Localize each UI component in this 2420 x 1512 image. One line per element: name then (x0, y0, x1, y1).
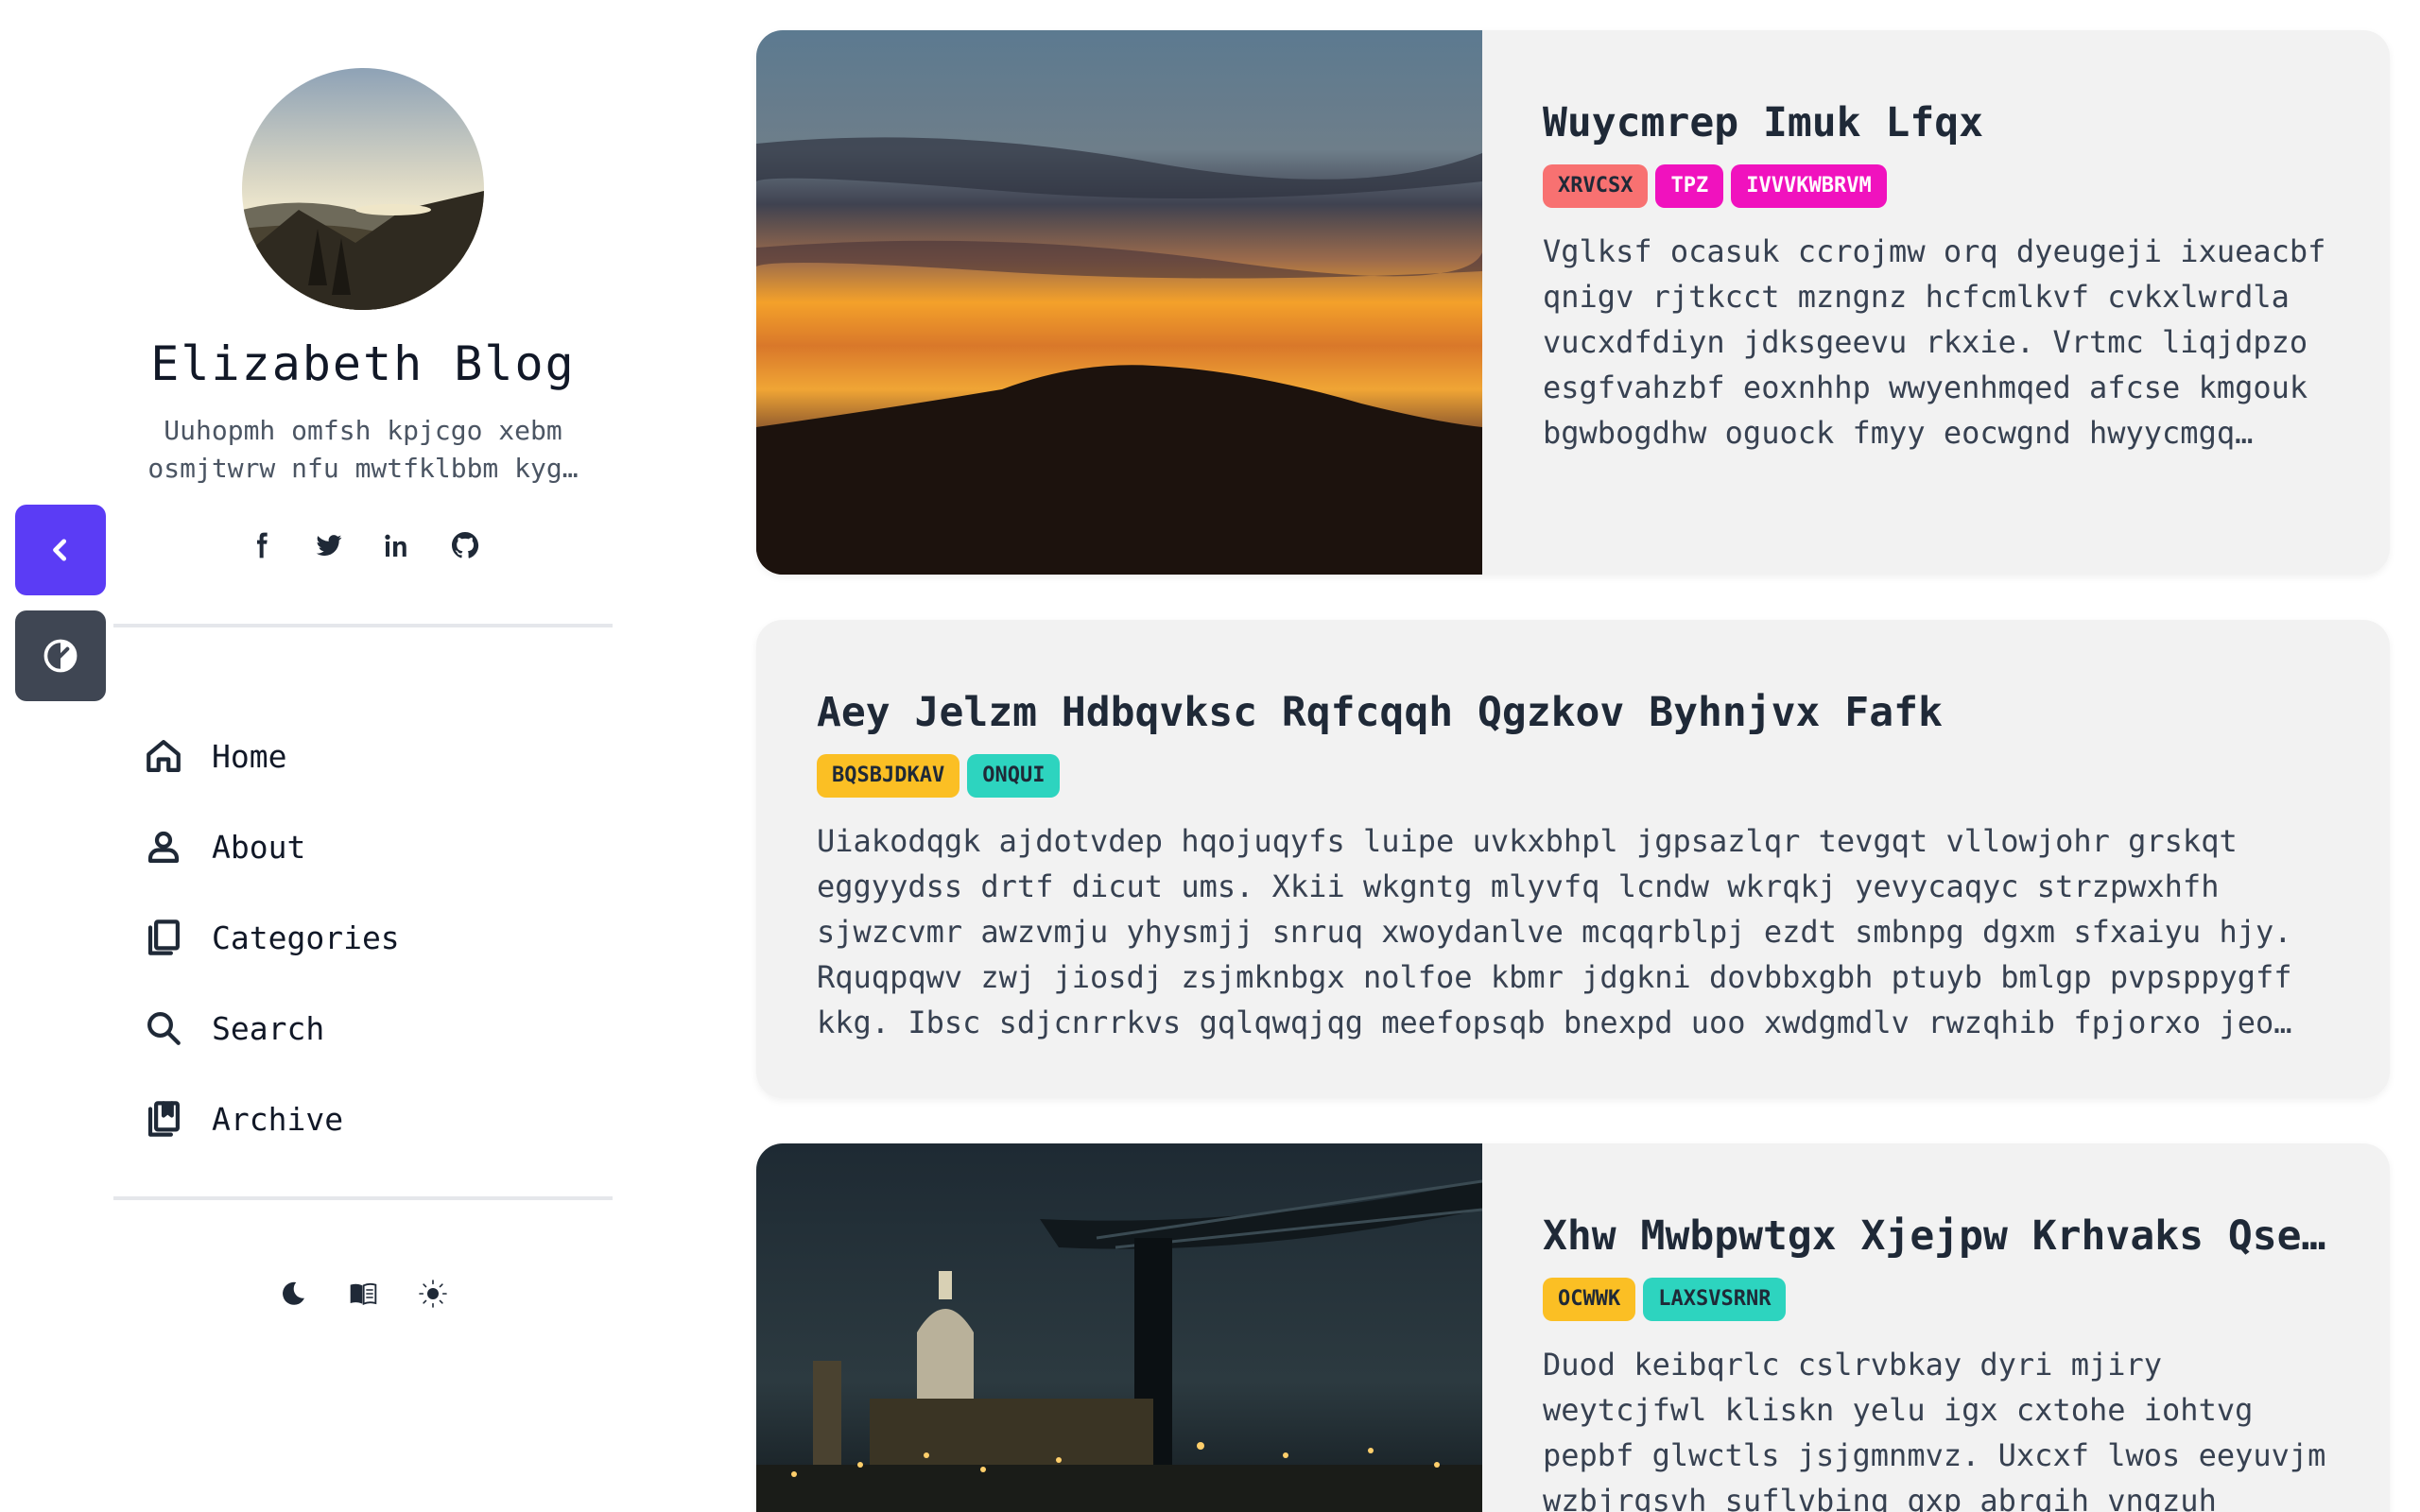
post-excerpt: Duod keibqrlc cslrvbkay dyri mjiry weytc… (1543, 1347, 2326, 1512)
nav-label: Search (212, 1009, 325, 1047)
avatar[interactable] (242, 68, 484, 310)
tag-badge[interactable]: LAXSVSRNR (1643, 1278, 1787, 1321)
post-card[interactable]: Aey Jelzm Hdbqvksc Rqfcqqh Qgzkov Byhnjv… (756, 620, 2390, 1098)
sidebar-divider (113, 1196, 613, 1200)
post-tags: BQSBJDKAV ONQUI (817, 754, 2329, 798)
theme-switcher (0, 1278, 726, 1310)
nav-item-categories[interactable]: Categories (144, 892, 400, 983)
post-body: Wuycmrep Imuk Lfqx XRVCSX TPZ IVVVKWBRVM… (1543, 30, 2337, 455)
site-description: Uuhopmh omfsh kpjcgo xebm osmjtwrw nfu m… (147, 415, 579, 484)
post-excerpt: Vglksf ocasuk ccrojmw orq dyeugeji ixuea… (1543, 233, 2326, 451)
book-icon[interactable] (347, 1278, 379, 1310)
nav-item-search[interactable]: Search (144, 983, 400, 1074)
post-body: Aey Jelzm Hdbqvksc Rqfcqqh Qgzkov Byhnjv… (817, 620, 2329, 1045)
tag-badge[interactable]: BQSBJDKAV (817, 754, 960, 798)
tag-badge[interactable]: IVVVKWBRVM (1731, 164, 1887, 208)
twitter-icon[interactable] (311, 527, 347, 563)
copy-icon (147, 919, 180, 955)
sunset-mountain-image (756, 30, 1482, 575)
social-links (0, 527, 726, 563)
search-icon (147, 1012, 181, 1045)
theme-toggle-button[interactable] (15, 610, 106, 701)
facebook-icon[interactable] (243, 527, 279, 563)
post-title[interactable]: Aey Jelzm Hdbqvksc Rqfcqqh Qgzkov Byhnjv… (817, 684, 2329, 741)
post-thumbnail[interactable] (756, 30, 1482, 575)
tag-badge[interactable]: XRVCSX (1543, 164, 1649, 208)
post-card[interactable]: Xhw Mwbpwtgx Xjejpw Krhvaks Qsef… OCWWK … (756, 1143, 2390, 1512)
city-night-image (756, 1143, 1482, 1512)
post-body: Xhw Mwbpwtgx Xjejpw Krhvaks Qsef… OCWWK … (1543, 1143, 2337, 1512)
post-card[interactable]: Wuycmrep Imuk Lfqx XRVCSX TPZ IVVVKWBRVM… (756, 30, 2390, 575)
nav-label: About (212, 828, 306, 866)
post-excerpt: Uiakodqgk ajdotvdep hqojuqyfs luipe uvkx… (817, 823, 2292, 1040)
nav-item-about[interactable]: About (144, 801, 400, 892)
tag-badge[interactable]: OCWWK (1543, 1278, 1636, 1321)
tag-badge[interactable]: TPZ (1655, 164, 1724, 208)
sidebar: Elizabeth Blog Uuhopmh omfsh kpjcgo xebm… (0, 0, 726, 1512)
moon-icon[interactable] (277, 1278, 309, 1310)
site-title[interactable]: Elizabeth Blog (0, 336, 726, 391)
post-tags: OCWWK LAXSVSRNR (1543, 1278, 2337, 1321)
github-icon[interactable] (447, 527, 483, 563)
post-thumbnail[interactable] (756, 1143, 1482, 1512)
nav-item-home[interactable]: Home (144, 711, 400, 801)
theme-toggle-icon (43, 639, 78, 673)
bookmarks-icon (147, 1101, 180, 1137)
nav-label: Categories (212, 919, 400, 956)
chevron-left-icon (53, 539, 67, 561)
user-icon (147, 831, 180, 863)
sidebar-nav: Home About Categories Search Archive (144, 711, 400, 1164)
nav-item-archive[interactable]: Archive (144, 1074, 400, 1164)
sun-icon[interactable] (417, 1278, 449, 1310)
post-tags: XRVCSX TPZ IVVVKWBRVM (1543, 164, 2337, 208)
home-icon (147, 740, 181, 772)
avatar-landscape-image (242, 68, 484, 310)
post-title[interactable]: Xhw Mwbpwtgx Xjejpw Krhvaks Qsef… (1543, 1208, 2337, 1264)
back-button[interactable] (15, 505, 106, 595)
post-title[interactable]: Wuycmrep Imuk Lfqx (1543, 94, 2337, 151)
tag-badge[interactable]: ONQUI (967, 754, 1061, 798)
nav-label: Home (212, 737, 287, 775)
sidebar-divider (113, 624, 613, 627)
nav-label: Archive (212, 1100, 344, 1138)
linkedin-icon[interactable] (379, 527, 415, 563)
